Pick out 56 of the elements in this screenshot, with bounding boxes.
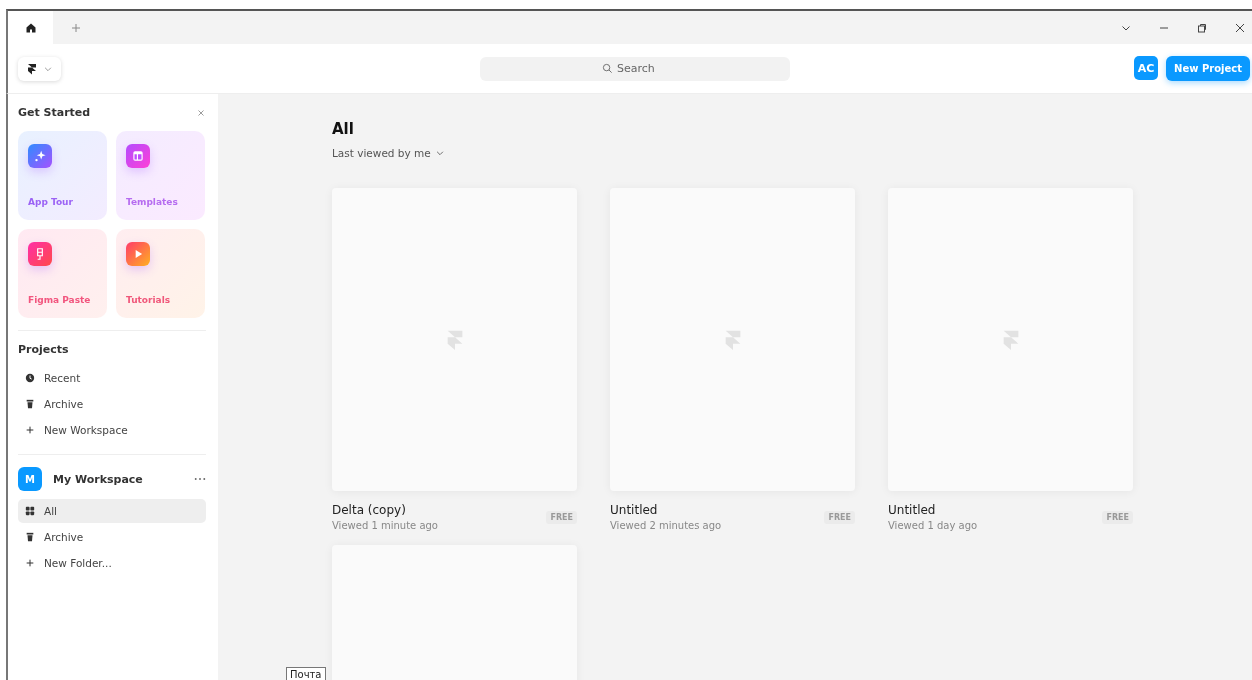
logo-menu-button[interactable]: [18, 56, 61, 81]
tile-label: Tutorials: [126, 295, 172, 305]
sidebar-item[interactable]: Archive: [18, 392, 206, 416]
section-title: Get Started: [18, 106, 91, 119]
tile-label: Templates: [126, 197, 179, 207]
project-title[interactable]: Delta (copy): [332, 503, 438, 517]
plan-badge: FREE: [824, 510, 855, 524]
viewed-time: Viewed 1 day ago: [888, 520, 978, 531]
item-label: New Folder...: [44, 557, 112, 569]
restore-icon[interactable]: [1196, 21, 1208, 34]
search-icon: [602, 62, 613, 74]
project-title[interactable]: Untitled: [610, 503, 722, 517]
shortcut-icon: [126, 242, 150, 266]
chevron-down-icon: [434, 148, 445, 158]
home-icon: [24, 21, 37, 34]
shortcut-icon: [28, 242, 52, 266]
more-icon[interactable]: [194, 477, 206, 481]
shortcut-icon: [126, 144, 150, 168]
search-field[interactable]: Search: [480, 56, 790, 81]
tile-label: App Tour: [28, 197, 74, 207]
item-label: Archive: [44, 398, 84, 410]
sidebar-item[interactable]: Recent: [18, 366, 206, 390]
workspace-avatar: M: [18, 467, 42, 491]
plus-icon: [69, 21, 82, 34]
section-title: Projects: [18, 343, 70, 356]
grid-icon: [25, 506, 35, 516]
item-label: Recent: [44, 372, 81, 384]
sidebar-item[interactable]: Archive: [18, 525, 206, 549]
tooltip: Почта: [286, 667, 326, 680]
shortcut-icon: [28, 144, 52, 168]
viewed-time: Viewed 1 minute ago: [332, 520, 438, 531]
sort-dropdown[interactable]: Last viewed by me: [332, 147, 445, 159]
home-tab[interactable]: [8, 11, 53, 44]
sidebar-item[interactable]: New Workspace: [18, 418, 206, 442]
close-icon[interactable]: [1234, 21, 1246, 34]
project-title[interactable]: Untitled: [888, 503, 978, 517]
item-label: Archive: [44, 531, 84, 543]
sidebar-item[interactable]: New Folder...: [18, 551, 206, 575]
clock-icon: [25, 373, 35, 383]
sidebar-item[interactable]: All: [18, 499, 206, 523]
plan-badge: FREE: [546, 510, 577, 524]
item-label: New Workspace: [44, 424, 128, 436]
tile-label: Figma Paste: [28, 295, 92, 305]
item-label: All: [44, 505, 58, 517]
trash-icon: [25, 532, 35, 542]
page-title: All: [332, 120, 355, 138]
workspace-name[interactable]: My Workspace: [53, 472, 143, 486]
plus-icon: [25, 558, 35, 568]
project-thumbnail[interactable]: [888, 188, 1133, 491]
viewed-time: Viewed 2 minutes ago: [610, 520, 722, 531]
logo-icon: [26, 62, 38, 75]
plus-icon: [25, 425, 35, 435]
trash-icon: [25, 399, 35, 409]
project-thumbnail[interactable]: [610, 188, 855, 491]
plan-badge: FREE: [1102, 510, 1133, 524]
project-thumbnail[interactable]: [332, 188, 577, 491]
